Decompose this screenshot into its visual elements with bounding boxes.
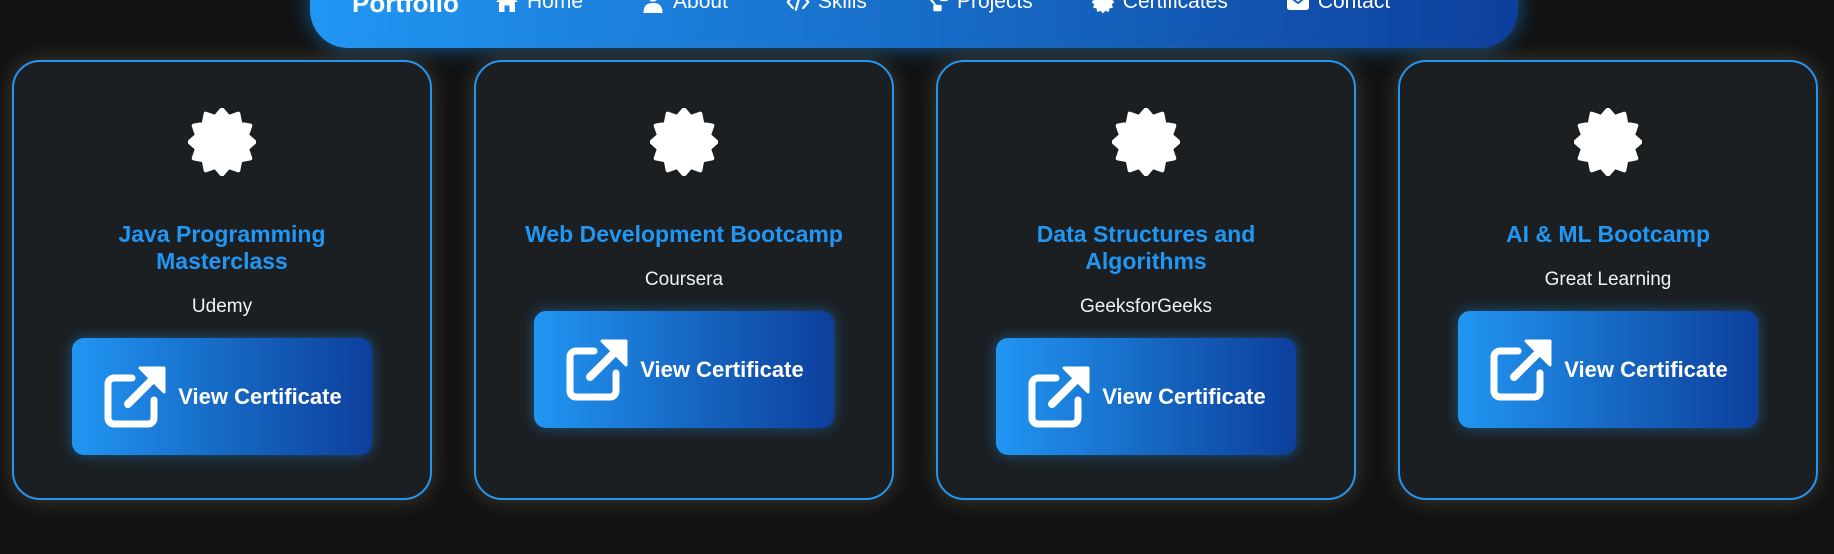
envelope-icon <box>1286 0 1310 13</box>
certificate-icon <box>188 108 256 176</box>
certificate-issuer: Udemy <box>191 296 253 317</box>
external-link-icon <box>104 366 166 427</box>
external-link-icon <box>1028 366 1090 427</box>
nav-item-contact[interactable]: Contact <box>1286 0 1390 16</box>
certificates-page: Portfolio Home About Skills Projects Cer… <box>0 0 1834 554</box>
certificate-issuer: Coursera <box>644 269 724 290</box>
external-link-icon <box>1490 339 1552 400</box>
certificate-issuer: Great Learning <box>1544 269 1672 290</box>
brand-logo[interactable]: Portfolio <box>352 0 459 18</box>
project-diagram-icon <box>925 0 949 13</box>
nav-item-certificates[interactable]: Certificates <box>1091 0 1228 16</box>
certificate-card-web-dev: Web Development Bootcamp Coursera View C… <box>474 60 894 500</box>
certificate-title: Web Development Bootcamp <box>525 221 843 247</box>
nav-item-label: Home <box>527 0 584 13</box>
certificate-title: Data Structures and Algorithms <box>1036 221 1256 274</box>
view-certificate-label: View Certificate <box>1102 383 1266 409</box>
nav-item-label: Contact <box>1317 0 1391 13</box>
nav-item-about[interactable]: About <box>641 0 728 16</box>
certificate-icon <box>1574 108 1642 176</box>
certificate-issuer: GeeksforGeeks <box>1080 296 1212 317</box>
nav-item-label: About <box>673 0 728 13</box>
certificate-icon <box>1091 0 1115 13</box>
view-certificate-button[interactable]: View Certificate <box>534 311 834 428</box>
nav-item-home[interactable]: Home <box>495 0 583 16</box>
view-certificate-button[interactable]: View Certificate <box>996 338 1296 455</box>
certificates-grid: Java Programming Masterclass Udemy View … <box>12 60 1818 500</box>
nav-item-label: Certificates <box>1122 0 1228 13</box>
view-certificate-label: View Certificate <box>1564 356 1728 382</box>
nav-item-skills[interactable]: Skills <box>786 0 867 16</box>
view-certificate-button[interactable]: View Certificate <box>72 338 372 455</box>
code-icon <box>786 0 810 13</box>
view-certificate-button[interactable]: View Certificate <box>1458 311 1758 428</box>
certificate-icon <box>1112 108 1180 176</box>
nav-item-projects[interactable]: Projects <box>925 0 1033 16</box>
navbar: Portfolio Home About Skills Projects Cer… <box>310 0 1518 48</box>
certificate-card-ai-ml: AI & ML Bootcamp Great Learning View Cer… <box>1398 60 1818 500</box>
view-certificate-label: View Certificate <box>640 356 804 382</box>
nav-item-label: Skills <box>817 0 867 13</box>
home-icon <box>495 0 519 13</box>
user-icon <box>641 0 665 13</box>
nav-item-label: Projects <box>956 0 1033 13</box>
certificate-title: Java Programming Masterclass <box>118 221 326 274</box>
certificate-card-java: Java Programming Masterclass Udemy View … <box>12 60 432 500</box>
certificate-icon <box>650 108 718 176</box>
view-certificate-label: View Certificate <box>178 383 342 409</box>
certificate-card-dsa: Data Structures and Algorithms GeeksforG… <box>936 60 1356 500</box>
certificate-title: AI & ML Bootcamp <box>1505 221 1711 247</box>
external-link-icon <box>566 339 628 400</box>
nav-menu: Home About Skills Projects Certificates … <box>495 0 1390 16</box>
